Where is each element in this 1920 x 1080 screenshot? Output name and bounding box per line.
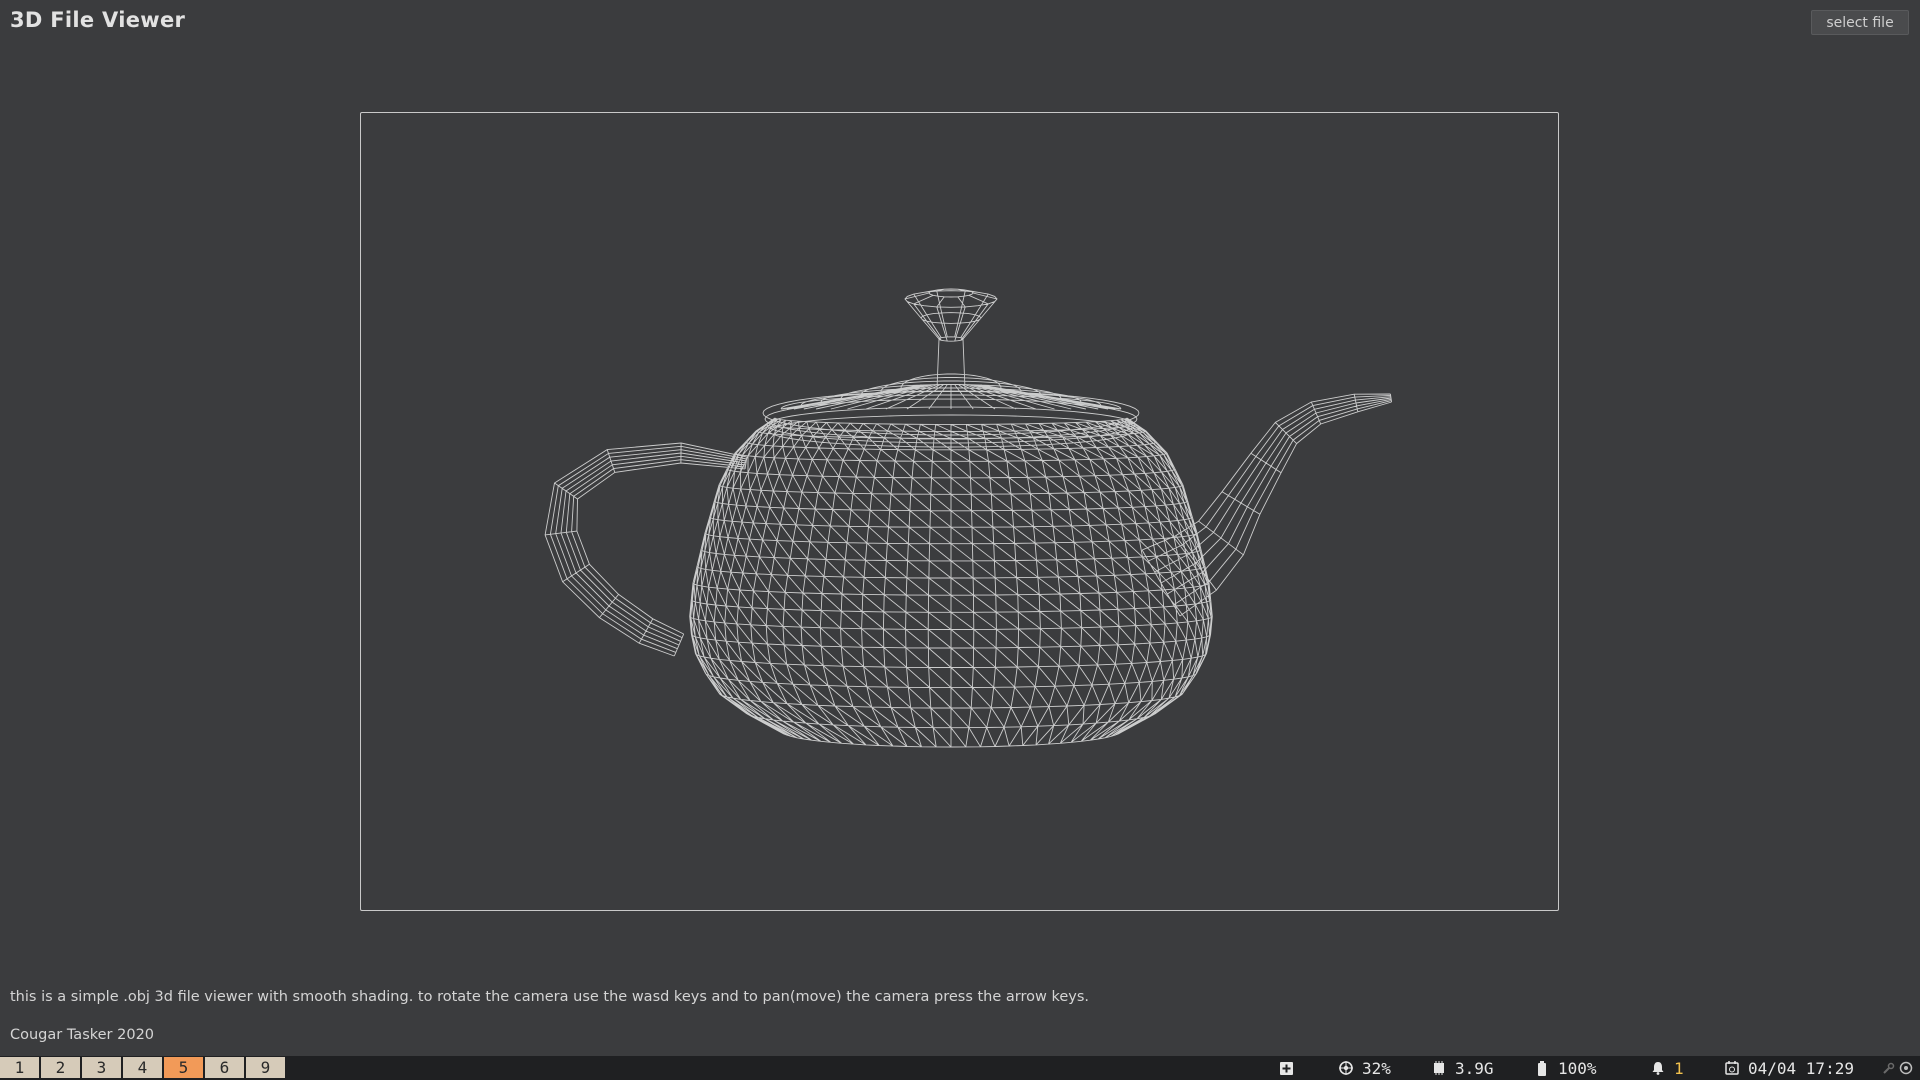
calendar-clock-icon bbox=[1724, 1060, 1740, 1076]
tray-add[interactable] bbox=[1278, 1056, 1302, 1080]
cpu-icon bbox=[1338, 1060, 1354, 1076]
battery-icon bbox=[1534, 1060, 1550, 1076]
teapot-wireframe bbox=[544, 288, 1393, 748]
workspace-5[interactable]: 5 bbox=[164, 1057, 203, 1078]
credit-text: Cougar Tasker 2020 bbox=[10, 1027, 155, 1043]
notification-count: 1 bbox=[1674, 1058, 1684, 1078]
clock-status: 04/04 17:29 bbox=[1724, 1056, 1854, 1080]
workspace-2[interactable]: 2 bbox=[41, 1057, 80, 1078]
memory-value: 3.9G bbox=[1455, 1058, 1494, 1078]
3d-viewport[interactable] bbox=[360, 112, 1559, 911]
wrench-icon bbox=[1880, 1060, 1896, 1076]
description-text: this is a simple .obj 3d file viewer wit… bbox=[10, 989, 1090, 1005]
select-file-button[interactable]: select file bbox=[1811, 10, 1909, 35]
plus-square-icon bbox=[1278, 1060, 1294, 1076]
page-title: 3D File Viewer bbox=[10, 8, 186, 32]
workspace-list: 1234569 bbox=[0, 1056, 287, 1080]
memory-status: 3.9G bbox=[1431, 1056, 1494, 1080]
notification-status[interactable]: 1 bbox=[1650, 1056, 1684, 1080]
cpu-value: 32% bbox=[1362, 1058, 1391, 1078]
settings-gear-icon bbox=[1898, 1060, 1914, 1076]
workspace-6[interactable]: 6 bbox=[205, 1057, 244, 1078]
workspace-3[interactable]: 3 bbox=[82, 1057, 121, 1078]
cpu-status: 32% bbox=[1338, 1056, 1391, 1080]
taskbar: 1234569 32% 3.9G 100% 1 04/04 17:29 bbox=[0, 1056, 1920, 1080]
teapot-mesh bbox=[544, 288, 1393, 748]
memory-chip-icon bbox=[1431, 1060, 1447, 1076]
battery-status: 100% bbox=[1534, 1056, 1597, 1080]
workspace-4[interactable]: 4 bbox=[123, 1057, 162, 1078]
workspace-1[interactable]: 1 bbox=[0, 1057, 39, 1078]
tray-tools[interactable] bbox=[1880, 1056, 1920, 1080]
app-window: 3D File Viewer select file this is a sim… bbox=[0, 0, 1920, 1080]
datetime-value: 04/04 17:29 bbox=[1748, 1058, 1854, 1078]
workspace-9[interactable]: 9 bbox=[246, 1057, 285, 1078]
bell-icon bbox=[1650, 1060, 1666, 1076]
battery-value: 100% bbox=[1558, 1058, 1597, 1078]
